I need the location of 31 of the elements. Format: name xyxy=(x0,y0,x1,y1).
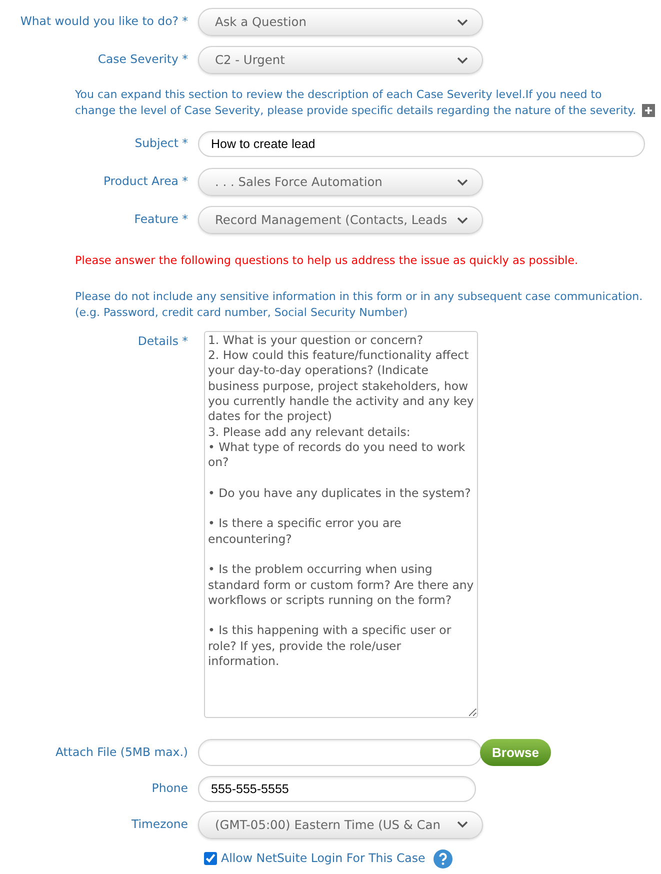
severity-note: You can expand this section to review the description of each Case Severity level.If you need to change the level of Case Severity, please provide specific details regarding the nature of the severity. xyxy=(75,87,638,119)
details-field[interactable]: 1. What is your question or concern? 2. How could this feature/functionality affect your day-to-day operations? (Indicate business purpose, project stakeholders, how you currently handle the activity and any key dates for the project) 3. Please add any relevant details: • What type of records do you need to work on? • Do you have any duplicates in the system? • Is there a specific error you are encountering? • Is the problem occurring when using standard form or custom form? Are there any workflows or scripts running on the form? • Is this happening with a specific user or role? If yes, provide the role/user information. xyxy=(204,330,478,718)
select-dropdown[interactable]: C2 - Urgent xyxy=(198,46,483,74)
field-label: Attach File (5MB max.) xyxy=(54,744,189,762)
field-label: Subject * xyxy=(134,135,189,152)
help-icon[interactable] xyxy=(433,848,454,869)
field-label: Product Area * xyxy=(102,173,189,190)
file-field[interactable] xyxy=(198,739,482,766)
chevron-down-icon xyxy=(457,56,468,64)
checkbox-label: Allow NetSuite Login For This Case xyxy=(221,850,426,867)
text-field[interactable]: 555-555-5555 xyxy=(198,776,476,802)
select-dropdown[interactable]: . . . Sales Force Automation xyxy=(198,168,483,196)
select-dropdown[interactable]: (GMT-05:00) Eastern Time (US & Can xyxy=(198,810,483,839)
field-label: Phone xyxy=(150,780,189,798)
chevron-down-icon xyxy=(457,178,468,186)
warning-text: Please answer the following questions to help us address the issue as quickly as possible. xyxy=(74,253,580,269)
login-checkbox[interactable] xyxy=(204,852,217,866)
privacy-note: Please do not include any sensitive information in this form or in any subsequent case communication. (e.g. Password, credit card number, Social Security Number) xyxy=(75,288,644,321)
chevron-down-icon xyxy=(457,821,468,828)
chevron-down-icon xyxy=(457,18,468,26)
select-dropdown[interactable]: Ask a Question xyxy=(198,8,483,36)
select-dropdown[interactable]: Record Management (Contacts, Leads xyxy=(198,206,483,234)
browse-button[interactable]: Browse xyxy=(480,739,551,766)
field-label: Feature * xyxy=(133,211,189,228)
chevron-down-icon xyxy=(457,216,468,224)
expand-icon[interactable] xyxy=(642,104,655,117)
field-label: What would you like to do? * xyxy=(19,13,189,30)
field-label: Case Severity * xyxy=(96,51,189,68)
text-field[interactable]: How to create lead xyxy=(198,131,645,157)
field-label: Timezone xyxy=(130,816,189,834)
field-label: Details * xyxy=(136,332,189,350)
